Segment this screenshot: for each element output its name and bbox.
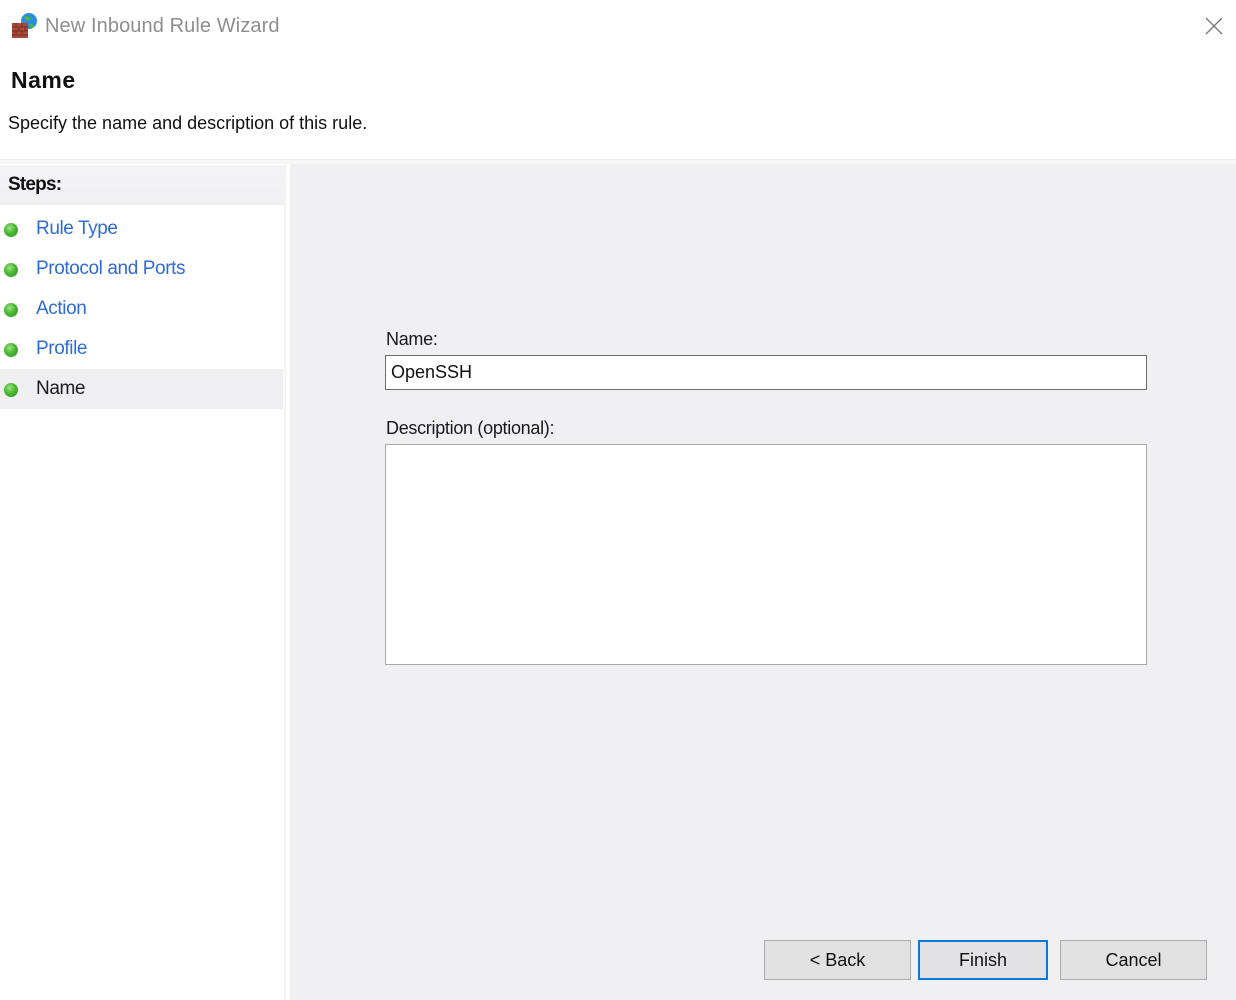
firewall-globe-icon: [12, 13, 37, 38]
close-button[interactable]: [1196, 8, 1232, 44]
step-label: Rule Type: [36, 218, 118, 239]
steps-header: Steps:: [0, 165, 284, 205]
back-button[interactable]: < Back: [764, 940, 911, 980]
description-input[interactable]: [385, 444, 1147, 665]
name-label: Name:: [386, 329, 438, 349]
step-label: Protocol and Ports: [36, 258, 186, 279]
step-action[interactable]: Action: [0, 289, 283, 329]
title-bar: New Inbound Rule Wizard: [0, 0, 1236, 56]
window-title: New Inbound Rule Wizard: [45, 15, 280, 37]
wizard-header: Name Specify the name and description of…: [0, 56, 1236, 160]
status-dot-icon: [4, 383, 18, 397]
step-label: Name: [36, 378, 86, 399]
main-panel: Name: Description (optional): < Back Fin…: [290, 164, 1236, 1000]
steps-sidebar: Steps: Rule Type Protocol and Ports Acti…: [0, 164, 286, 1000]
description-label: Description (optional):: [386, 418, 555, 438]
status-dot-icon: [4, 303, 18, 317]
step-label: Profile: [36, 338, 88, 359]
step-protocol-and-ports[interactable]: Protocol and Ports: [0, 249, 283, 289]
finish-button[interactable]: Finish: [918, 940, 1048, 980]
name-input[interactable]: [385, 355, 1147, 390]
step-profile[interactable]: Profile: [0, 329, 283, 369]
step-label: Action: [36, 298, 87, 319]
close-icon: [1205, 17, 1223, 35]
page-subtitle: Specify the name and description of this…: [8, 113, 368, 133]
status-dot-icon: [4, 223, 18, 237]
cancel-button[interactable]: Cancel: [1060, 940, 1207, 980]
status-dot-icon: [4, 343, 18, 357]
step-rule-type[interactable]: Rule Type: [0, 209, 283, 249]
step-name[interactable]: Name: [0, 369, 283, 409]
steps-label: Steps:: [8, 174, 62, 195]
page-title: Name: [11, 67, 76, 93]
status-dot-icon: [4, 263, 18, 277]
